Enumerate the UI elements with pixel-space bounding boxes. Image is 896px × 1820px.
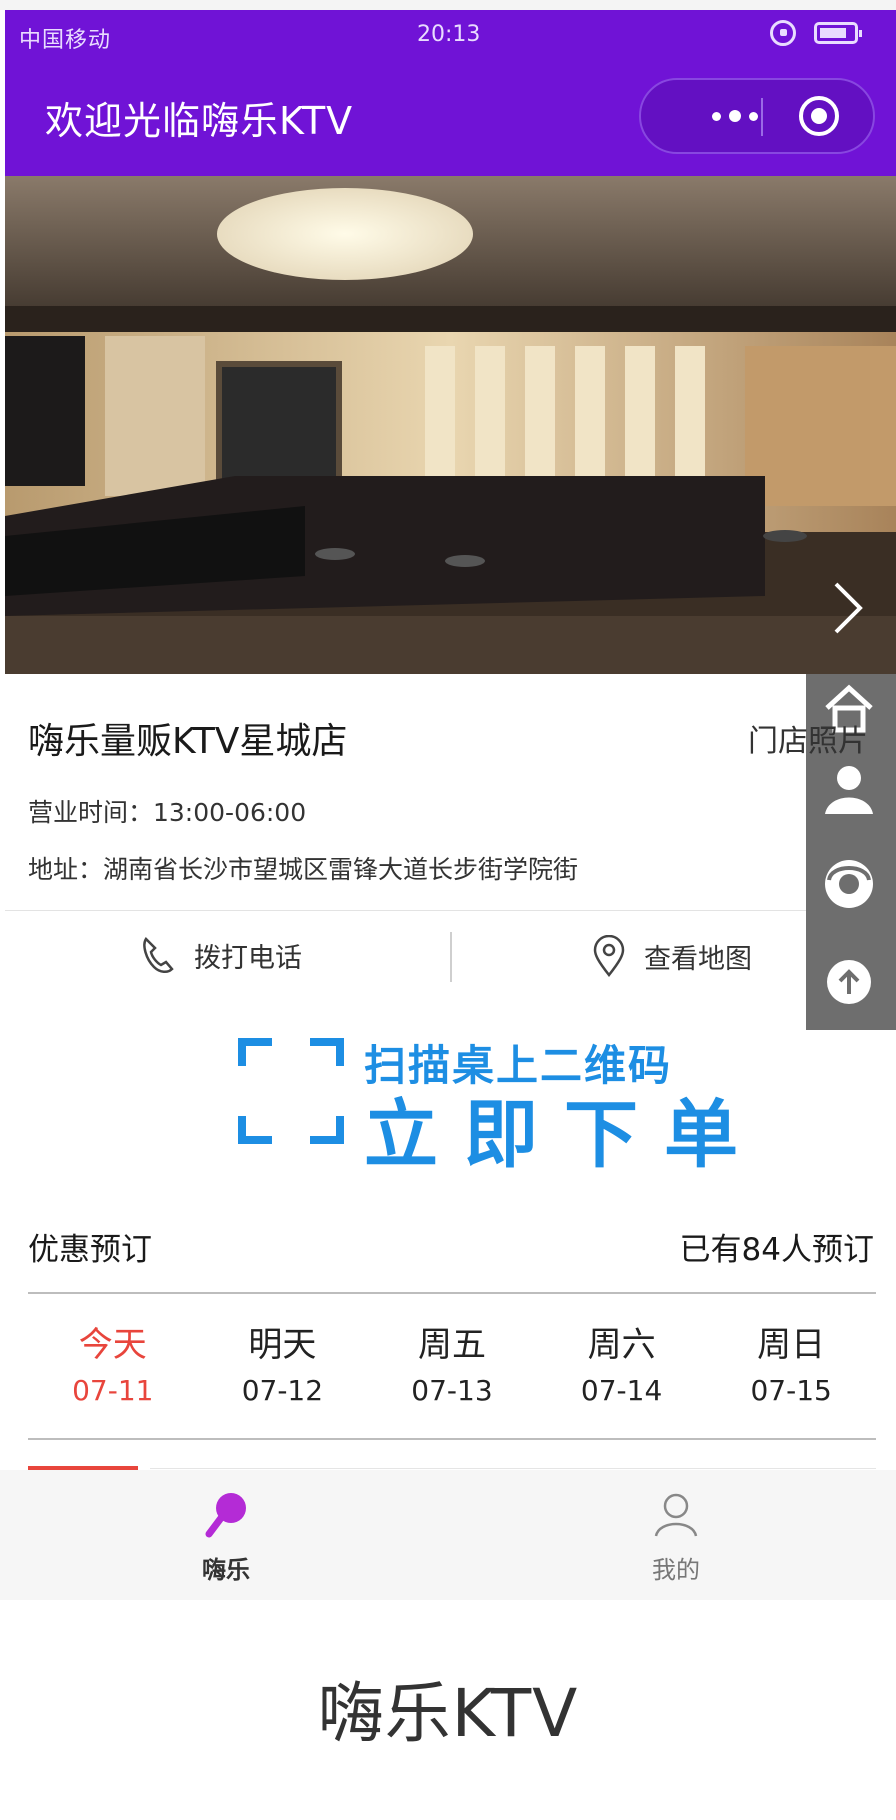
tab-mine[interactable]: 我的 <box>616 1490 736 1585</box>
app-header: 中国移动 20:13 欢迎光临嗨乐KTV <box>5 10 896 176</box>
arrow-up-icon[interactable] <box>821 954 877 1010</box>
action-divider <box>450 932 452 982</box>
date-selector: 今天 07-11 明天 07-12 周五 07-13 周六 07-14 周日 0… <box>28 1322 876 1412</box>
alarm-icon <box>770 20 796 46</box>
carousel-next-icon[interactable] <box>830 580 866 636</box>
date-tab-date: 07-13 <box>411 1374 493 1407</box>
date-tab-date: 07-15 <box>750 1374 832 1407</box>
ktv-room-photo <box>5 176 896 674</box>
order-now-label: 立即下单 <box>364 1092 764 1178</box>
status-time: 20:13 <box>417 22 481 47</box>
status-icons <box>770 20 862 46</box>
location-pin-icon <box>593 935 625 977</box>
date-tab-tomorrow[interactable]: 明天 07-12 <box>198 1322 368 1412</box>
date-tab-saturday[interactable]: 周六 07-14 <box>537 1322 707 1412</box>
miniprogram-capsule <box>639 78 875 154</box>
date-tab-name: 周六 <box>587 1325 656 1365</box>
store-photos-link[interactable]: 门店照片 <box>748 716 868 760</box>
date-tab-name: 明天 <box>248 1325 317 1365</box>
tab-label: 我的 <box>652 1556 700 1584</box>
person-icon <box>654 1493 698 1537</box>
store-name: 嗨乐量贩KTV星城店 <box>28 721 348 762</box>
bottom-tab-bar: 嗨乐 我的 <box>0 1470 896 1600</box>
customer-service-icon[interactable] <box>821 854 877 910</box>
date-tab-friday[interactable]: 周五 07-13 <box>367 1322 537 1412</box>
person-icon[interactable] <box>821 760 877 816</box>
tab-label: 嗨乐 <box>202 1556 250 1584</box>
close-miniprogram-icon[interactable] <box>799 96 839 136</box>
store-photo-carousel[interactable] <box>5 176 896 674</box>
booked-count: 已有84人预订 <box>679 1232 874 1268</box>
call-label: 拨打电话 <box>194 942 302 974</box>
view-map-button[interactable]: 查看地图 <box>592 935 752 977</box>
page-title: 欢迎光临嗨乐KTV <box>45 99 354 143</box>
status-bar: 中国移动 20:13 <box>5 10 896 60</box>
date-tab-sunday[interactable]: 周日 07-15 <box>706 1322 876 1412</box>
store-address: 地址：湖南省长沙市望城区雷锋大道长步街学院街 <box>28 855 579 884</box>
call-button[interactable]: 拨打电话 <box>140 935 302 975</box>
date-tab-name: 周五 <box>417 1325 486 1365</box>
capsule-divider <box>761 98 763 136</box>
tab-home[interactable]: 嗨乐 <box>166 1490 286 1585</box>
battery-icon <box>814 22 862 44</box>
top-strip <box>0 0 896 10</box>
divider <box>150 1468 876 1469</box>
date-tab-today[interactable]: 今天 07-11 <box>28 1322 198 1412</box>
date-tab-name: 周日 <box>757 1325 826 1365</box>
divider <box>28 1438 876 1440</box>
brand-footer: 嗨乐KTV <box>317 1675 579 1752</box>
date-tab-name: 今天 <box>78 1325 147 1365</box>
map-label: 查看地图 <box>644 943 752 975</box>
divider <box>28 1292 876 1294</box>
scan-frame-icon <box>238 1038 344 1144</box>
promo-booking-title: 优惠预订 <box>28 1232 152 1268</box>
microphone-icon <box>205 1493 246 1538</box>
opening-hours: 营业时间：13:00-06:00 <box>28 798 307 827</box>
date-tab-date: 07-12 <box>241 1374 324 1407</box>
app-frame: 中国移动 20:13 欢迎光临嗨乐KTV 嗨乐量贩KTV星城店 门店照片 营业时… <box>0 0 896 1820</box>
divider <box>5 910 806 911</box>
more-menu-icon[interactable] <box>675 80 795 152</box>
date-tab-date: 07-14 <box>580 1374 663 1407</box>
carrier-signal: 中国移动 <box>19 28 112 53</box>
phone-icon <box>143 937 174 973</box>
date-tab-date: 07-11 <box>72 1374 154 1407</box>
